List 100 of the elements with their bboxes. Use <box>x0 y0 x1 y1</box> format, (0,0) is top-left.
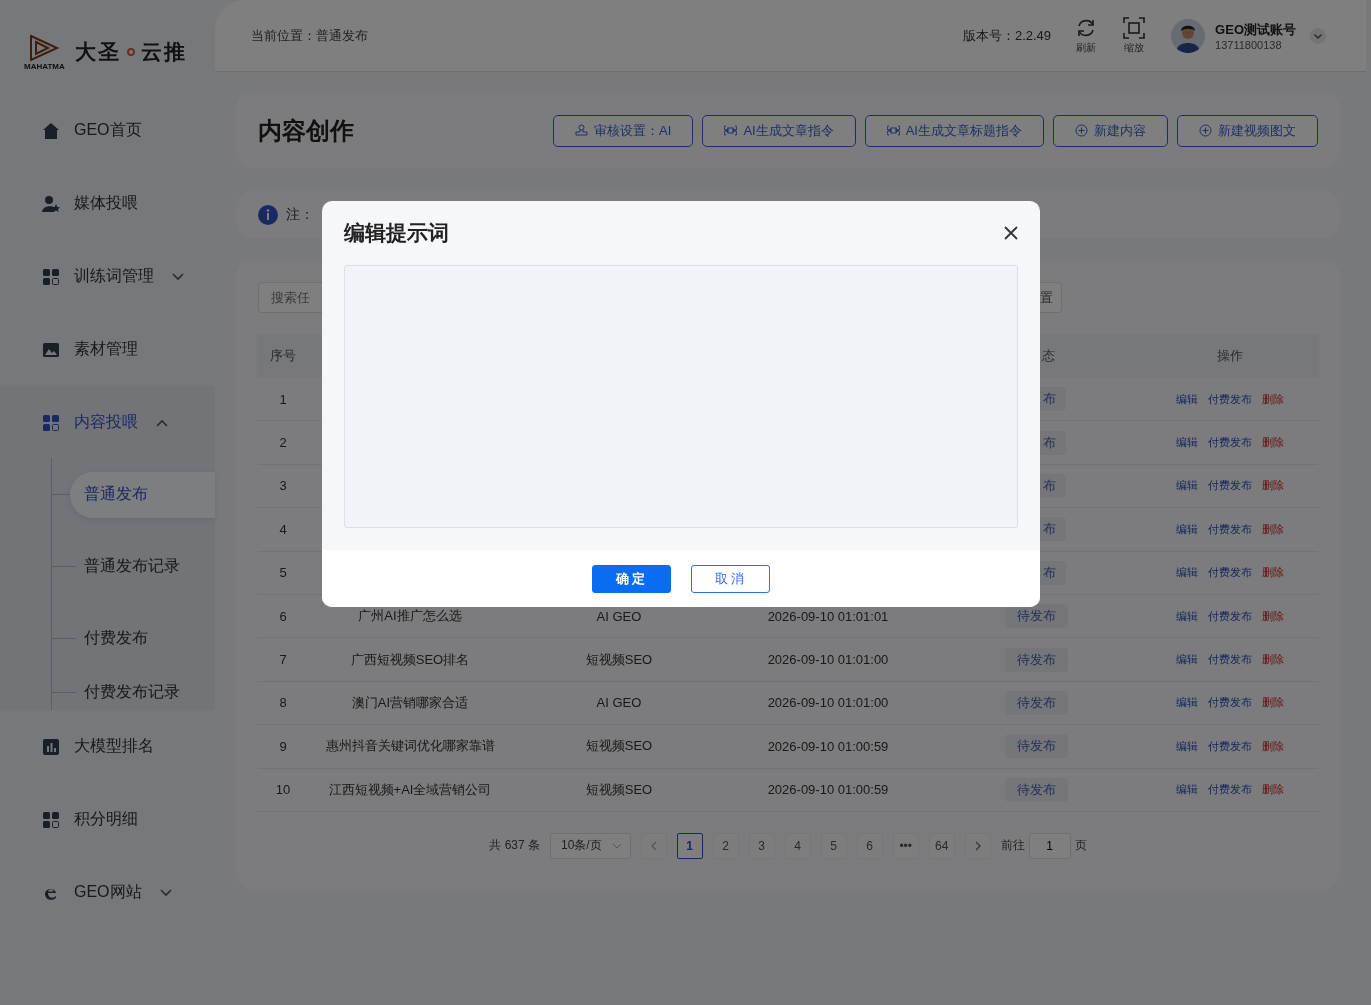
nav-subitem[interactable]: 普通发布 <box>70 471 215 518</box>
action-link[interactable]: 付费发布 <box>1208 608 1252 624</box>
nav-subitem[interactable]: 普通发布记录 <box>70 543 215 590</box>
nav-item[interactable]: 媒体投喂 <box>0 167 215 240</box>
table-cell: 2026-09-10 01:01:00 <box>767 695 889 711</box>
page-button[interactable]: 1 <box>676 832 703 859</box>
confirm-button[interactable]: 确定 <box>592 564 671 593</box>
table-cell-text: 1 <box>278 391 288 407</box>
page-title: 内容创作 <box>258 115 355 146</box>
delete-link[interactable]: 删除 <box>1262 652 1284 668</box>
table-cell-text: 8 <box>278 695 288 711</box>
delete-link[interactable]: 删除 <box>1262 738 1284 754</box>
cancel-button[interactable]: 取消 <box>691 564 770 593</box>
refresh-button[interactable]: 刷新 <box>1075 16 1098 55</box>
action-link[interactable]: 付费发布 <box>1208 738 1252 754</box>
chart-icon <box>42 737 60 756</box>
grid-icon <box>42 413 60 432</box>
table-cell: 广西短视频SEO排名 <box>350 650 470 669</box>
nav-item[interactable]: GEO首页 <box>0 94 215 167</box>
action-link[interactable]: 付费发布 <box>1208 782 1252 798</box>
delete-link[interactable]: 删除 <box>1262 782 1284 798</box>
total-count: 共 637 条 <box>489 837 540 855</box>
prompt-textarea[interactable] <box>344 265 1018 528</box>
nav-item[interactable]: 内容投喂 <box>0 386 215 459</box>
table-cell-text: 7 <box>278 652 288 668</box>
command-icon <box>886 124 900 137</box>
status-tag: 待发布 <box>1004 604 1068 629</box>
column-header: 态 <box>1041 347 1055 365</box>
delete-link[interactable]: 删除 <box>1262 435 1284 451</box>
grid-icon <box>42 267 60 286</box>
breadcrumb: 当前位置：普通发布 <box>251 26 369 45</box>
action-link[interactable]: 编辑 <box>1176 652 1198 668</box>
action-link[interactable]: 编辑 <box>1176 435 1198 451</box>
chevron-icon <box>611 842 622 849</box>
delete-link[interactable]: 删除 <box>1262 608 1284 624</box>
page-button[interactable]: 6 <box>856 832 883 859</box>
action-button[interactable]: 新建视频图文 <box>1177 114 1318 147</box>
nav-item[interactable]: 训练词管理 <box>0 240 215 313</box>
table-cell: 短视频SEO <box>585 650 653 669</box>
command-icon <box>724 124 738 137</box>
table-cell-text: 2 <box>278 435 288 451</box>
delete-link[interactable]: 删除 <box>1262 695 1284 711</box>
status-tag: 待发布 <box>1004 777 1068 802</box>
action-link[interactable]: 编辑 <box>1176 782 1198 798</box>
action-link[interactable]: 付费发布 <box>1208 695 1252 711</box>
table-cell-text: 6 <box>278 608 288 624</box>
page-button[interactable]: 4 <box>784 832 811 859</box>
action-button[interactable]: AI生成文章指令 <box>702 114 856 147</box>
action-button[interactable]: 新建内容 <box>1053 114 1168 147</box>
user-phone: 13711800138 <box>1215 38 1283 51</box>
page-button[interactable]: 3 <box>748 832 775 859</box>
action-link[interactable]: 付费发布 <box>1208 435 1252 451</box>
nav-item[interactable]: GEO网站 <box>0 856 215 929</box>
version-label: 版本号：2.2.49 <box>962 26 1052 45</box>
page-input[interactable]: 1 <box>1028 832 1071 859</box>
stamp-icon <box>575 124 589 137</box>
image-icon <box>42 340 60 359</box>
action-link[interactable]: 付费发布 <box>1208 565 1252 581</box>
action-link[interactable]: 付费发布 <box>1208 521 1252 537</box>
page-button[interactable]: 64 <box>928 832 955 859</box>
page-button[interactable]: 2 <box>712 832 739 859</box>
close-icon[interactable] <box>1004 226 1018 240</box>
next-page-button[interactable] <box>964 832 991 859</box>
delete-link[interactable]: 删除 <box>1262 391 1284 407</box>
action-link[interactable]: 编辑 <box>1176 391 1198 407</box>
delete-link[interactable]: 删除 <box>1262 521 1284 537</box>
action-button[interactable]: AI生成文章标题指令 <box>864 114 1044 147</box>
goto-label: 前往 <box>1000 837 1025 855</box>
plus-icon <box>1199 124 1212 137</box>
action-button[interactable]: 审核设置：AI <box>553 114 694 147</box>
delete-link[interactable]: 删除 <box>1262 478 1284 494</box>
table-cell: 2026-09-10 01:01:00 <box>767 652 889 668</box>
nav-item[interactable]: 素材管理 <box>0 313 215 386</box>
table-cell-text: 5 <box>278 565 288 581</box>
page-button[interactable]: ••• <box>892 832 919 859</box>
action-link[interactable]: 编辑 <box>1176 565 1198 581</box>
logo-caption: MAHATMA <box>24 61 65 71</box>
dialog-title: 编辑提示词 <box>344 220 449 246</box>
action-link[interactable]: 付费发布 <box>1208 391 1252 407</box>
prev-page-button[interactable] <box>640 832 667 859</box>
action-link[interactable]: 编辑 <box>1176 695 1198 711</box>
table-cell: AI GEO <box>596 695 642 711</box>
table-cell: 广州AI推广怎么选 <box>358 607 462 626</box>
zoom-button[interactable]: 缩放 <box>1123 16 1146 55</box>
column-header: 序号 <box>269 347 297 365</box>
nav-subitem[interactable]: 付费发布 <box>70 615 215 662</box>
table-cell: 澳门AI营销哪家合适 <box>351 693 469 712</box>
nav-item[interactable]: 积分明细 <box>0 783 215 856</box>
logo-text: 大圣 <box>74 39 121 65</box>
logo-text: 云推 <box>140 39 187 65</box>
delete-link[interactable]: 删除 <box>1262 565 1284 581</box>
page-button[interactable]: 5 <box>820 832 847 859</box>
page-size-select[interactable]: 10条/页 <box>550 832 631 859</box>
action-link[interactable]: 编辑 <box>1176 608 1198 624</box>
action-link[interactable]: 编辑 <box>1176 478 1198 494</box>
action-link[interactable]: 编辑 <box>1176 738 1198 754</box>
chevron-icon[interactable] <box>1310 27 1326 44</box>
action-link[interactable]: 付费发布 <box>1208 652 1252 668</box>
action-link[interactable]: 编辑 <box>1176 521 1198 537</box>
action-link[interactable]: 付费发布 <box>1208 478 1252 494</box>
